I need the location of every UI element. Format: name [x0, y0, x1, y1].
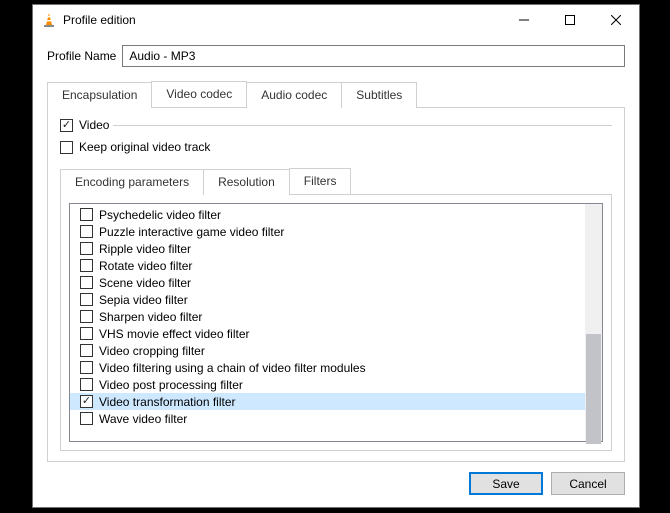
- filter-checkbox[interactable]: [80, 412, 93, 425]
- dialog-profile-edition: Profile edition Profile Name Encapsulati…: [32, 4, 640, 508]
- window-title: Profile edition: [63, 13, 136, 27]
- filter-checkbox[interactable]: [80, 310, 93, 323]
- filter-checkbox[interactable]: [80, 378, 93, 391]
- filter-item[interactable]: Puzzle interactive game video filter: [70, 223, 585, 240]
- tab-video-codec[interactable]: Video codec: [151, 81, 247, 107]
- filter-checkbox[interactable]: [80, 242, 93, 255]
- keep-original-checkbox[interactable]: [60, 141, 73, 154]
- subtab-body-filters: Psychedelic video filter Puzzle interacti…: [60, 194, 612, 451]
- sub-tabs: Encoding parameters Resolution Filters: [60, 168, 612, 194]
- filter-item[interactable]: Ripple video filter: [70, 240, 585, 257]
- filter-checkbox[interactable]: [80, 208, 93, 221]
- subtab-filters[interactable]: Filters: [289, 168, 352, 194]
- filter-checkbox[interactable]: [80, 327, 93, 340]
- dialog-content: Profile Name Encapsulation Video codec A…: [33, 35, 639, 462]
- keep-original-row: Keep original video track: [60, 140, 612, 154]
- cancel-button[interactable]: Cancel: [551, 472, 625, 495]
- filter-label: Scene video filter: [99, 276, 191, 290]
- profile-name-input[interactable]: [122, 45, 625, 67]
- filter-label: Video filtering using a chain of video f…: [99, 361, 366, 375]
- filter-label: Video cropping filter: [99, 344, 205, 358]
- filter-label: Wave video filter: [99, 412, 187, 426]
- tab-encapsulation[interactable]: Encapsulation: [47, 82, 152, 108]
- filter-item[interactable]: Video post processing filter: [70, 376, 585, 393]
- video-group: Video Keep original video track Encoding…: [60, 118, 612, 451]
- filter-item[interactable]: Rotate video filter: [70, 257, 585, 274]
- filter-checkbox[interactable]: [80, 259, 93, 272]
- filter-item[interactable]: Video transformation filter: [70, 393, 585, 410]
- tab-audio-codec[interactable]: Audio codec: [246, 82, 342, 108]
- close-button[interactable]: [593, 5, 639, 35]
- filter-checkbox[interactable]: [80, 225, 93, 238]
- minimize-button[interactable]: [501, 5, 547, 35]
- filter-label: Psychedelic video filter: [99, 208, 221, 222]
- main-tabs: Encapsulation Video codec Audio codec Su…: [47, 81, 625, 107]
- filter-list: Psychedelic video filter Puzzle interacti…: [70, 204, 585, 441]
- profile-name-row: Profile Name: [47, 45, 625, 67]
- video-checkbox-label: Video: [79, 118, 109, 132]
- scrollbar-thumb[interactable]: [586, 334, 601, 444]
- filter-label: Video post processing filter: [99, 378, 243, 392]
- filter-item[interactable]: Sharpen video filter: [70, 308, 585, 325]
- save-button[interactable]: Save: [469, 472, 543, 495]
- titlebar: Profile edition: [33, 5, 639, 35]
- filter-item[interactable]: Sepia video filter: [70, 291, 585, 308]
- filter-label: Video transformation filter: [99, 395, 236, 409]
- filter-label: Sepia video filter: [99, 293, 188, 307]
- subtab-resolution[interactable]: Resolution: [203, 169, 290, 195]
- filter-item[interactable]: Psychedelic video filter: [70, 206, 585, 223]
- subtab-encoding[interactable]: Encoding parameters: [60, 169, 204, 195]
- vlc-cone-icon: [41, 12, 57, 28]
- filter-label: VHS movie effect video filter: [99, 327, 250, 341]
- filter-item[interactable]: VHS movie effect video filter: [70, 325, 585, 342]
- filter-listbox: Psychedelic video filter Puzzle interacti…: [69, 203, 603, 442]
- tab-body-video-codec: Video Keep original video track Encoding…: [47, 107, 625, 462]
- filter-item[interactable]: Wave video filter: [70, 410, 585, 427]
- filter-label: Rotate video filter: [99, 259, 192, 273]
- filter-checkbox[interactable]: [80, 361, 93, 374]
- profile-name-label: Profile Name: [47, 49, 116, 63]
- filter-item[interactable]: Scene video filter: [70, 274, 585, 291]
- filter-checkbox[interactable]: [80, 293, 93, 306]
- filter-checkbox[interactable]: [80, 276, 93, 289]
- filter-item[interactable]: Video filtering using a chain of video f…: [70, 359, 585, 376]
- video-checkbox[interactable]: [60, 119, 73, 132]
- filter-checkbox[interactable]: [80, 395, 93, 408]
- keep-original-label: Keep original video track: [79, 140, 210, 154]
- tab-subtitles[interactable]: Subtitles: [341, 82, 417, 108]
- filter-label: Puzzle interactive game video filter: [99, 225, 284, 239]
- filter-item[interactable]: Video cropping filter: [70, 342, 585, 359]
- dialog-footer: Save Cancel: [33, 462, 639, 507]
- filter-label: Ripple video filter: [99, 242, 191, 256]
- filter-label: Sharpen video filter: [99, 310, 202, 324]
- scrollbar[interactable]: [585, 204, 602, 441]
- maximize-button[interactable]: [547, 5, 593, 35]
- filter-checkbox[interactable]: [80, 344, 93, 357]
